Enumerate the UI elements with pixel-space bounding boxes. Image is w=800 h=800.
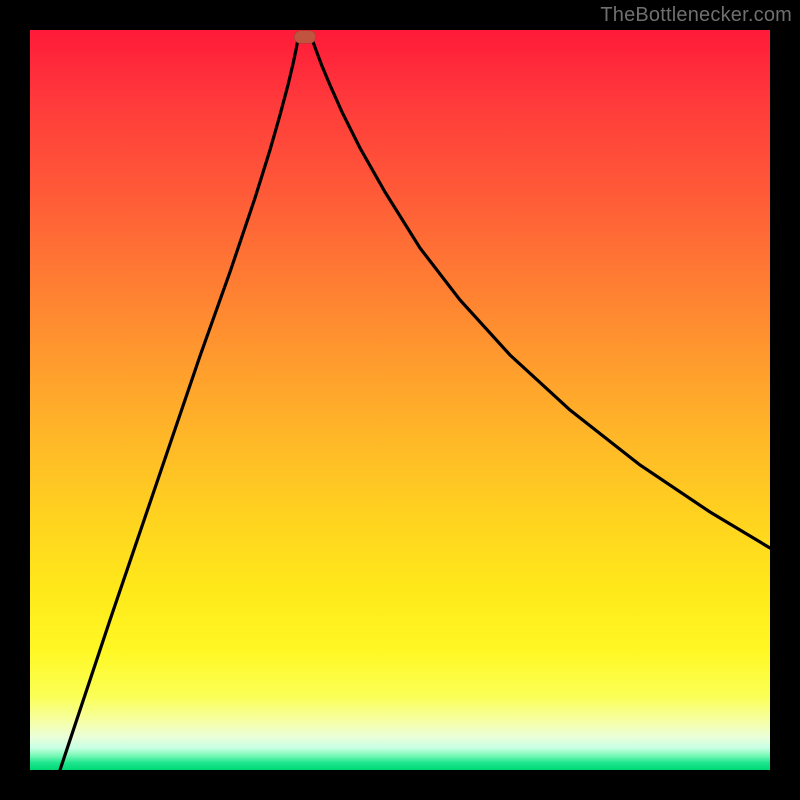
plot-area: [30, 30, 770, 770]
chart-frame: TheBottlenecker.com: [0, 0, 800, 800]
curve-right-branch: [312, 39, 770, 548]
attribution-text: TheBottlenecker.com: [600, 4, 792, 27]
curve-layer: [30, 30, 770, 770]
curve-left-branch: [60, 39, 298, 770]
minimum-marker: [294, 31, 316, 44]
